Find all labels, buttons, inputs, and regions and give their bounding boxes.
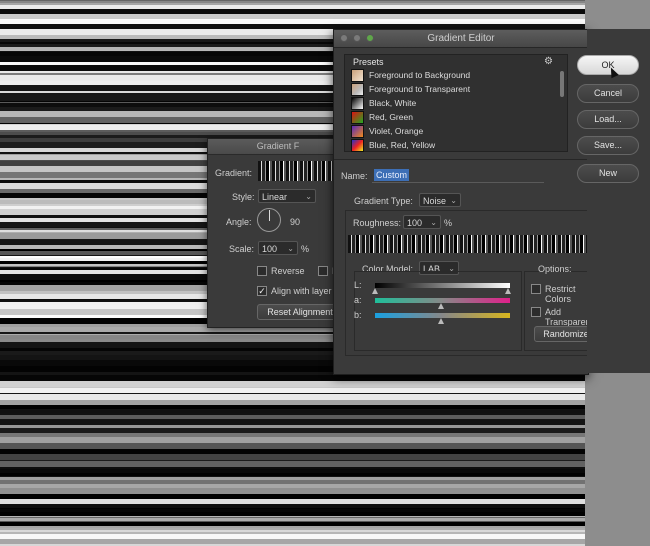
angle-label: Angle: [226,217,252,227]
scale-label: Scale: [229,244,255,254]
chevron-down-icon: ⌄ [305,192,312,201]
presets-label: Presets [353,57,384,67]
name-value: Custom [374,169,410,181]
preset-label: Foreground to Background [369,70,471,80]
gradient-editor-titlebar[interactable]: Gradient Editor [334,30,588,48]
presets-scrollbar[interactable] [560,71,564,97]
scale-unit: % [301,244,310,254]
presets-panel: Presets ⚙ Foreground to Background Foregr… [344,54,568,153]
gradient-type-label: Gradient Type: [354,196,413,206]
preset-swatch [351,139,364,153]
gradient-fill-dialog: Gradient F Gradient: Style: Linear ⌄ Angl… [207,138,349,328]
cancel-button[interactable]: Cancel [577,84,639,103]
preset-label: Black, White [369,98,417,108]
scale-select[interactable]: 100 ⌄ [258,241,298,255]
preset-label: Violet, Orange [369,126,424,136]
preset-item[interactable]: Foreground to Transparent [351,83,471,97]
roughness-select[interactable]: 100 ⌄ [403,215,441,229]
channel-slider-thumb[interactable] [438,303,444,309]
chevron-down-icon: ⌄ [430,218,437,227]
preset-swatch [351,125,364,139]
new-button[interactable]: New [577,164,639,183]
preset-label: Foreground to Transparent [369,84,471,94]
chevron-down-icon: ⌄ [287,244,294,253]
preset-item[interactable]: Foreground to Background [351,69,471,83]
options-label: Options: [538,264,572,274]
preset-swatch [351,97,364,111]
name-label: Name: [341,171,368,181]
channel-slider-thumb[interactable] [505,288,511,294]
preset-item[interactable]: Violet, Orange [351,125,424,139]
preset-swatch [351,69,364,83]
style-select[interactable]: Linear ⌄ [258,189,316,203]
name-field[interactable]: Custom [372,168,544,183]
reset-alignment-button[interactable]: Reset Alignment [257,304,343,320]
gradient-editor-buttons-area: OK Cancel Load... Save... New [577,29,650,373]
add-transparency-checkbox[interactable] [531,307,541,317]
style-label: Style: [232,192,255,202]
channel-label: a: [354,295,362,305]
align-label: Align with layer [271,286,332,296]
channel-label: L: [354,280,362,290]
gradient-fill-titlebar[interactable]: Gradient F [208,139,348,155]
preset-item[interactable]: Black, White [351,97,417,111]
preset-swatch [351,83,364,97]
preset-item[interactable]: Red, Green [351,111,413,125]
dialog-title: Gradient Editor [427,33,495,44]
save-button[interactable]: Save... [577,136,639,155]
roughness-label: Roughness: [353,218,402,228]
channel-slider-thumb[interactable] [372,288,378,294]
gradient-type-select[interactable]: Noise ⌄ [419,193,461,207]
preset-label: Red, Green [369,112,413,122]
preset-item[interactable]: Blue, Red, Yellow [351,139,436,153]
chevron-down-icon: ⌄ [450,196,457,205]
preset-swatch [351,111,364,125]
dither-checkbox[interactable] [318,266,328,276]
gear-icon[interactable]: ⚙ [544,56,553,67]
restrict-colors-checkbox[interactable] [531,284,541,294]
channel-slider-thumb[interactable] [438,318,444,324]
gradient-label: Gradient: [215,168,253,178]
angle-value[interactable]: 90 [290,217,300,227]
reverse-checkbox[interactable] [257,266,267,276]
roughness-unit: % [444,218,453,228]
channel-slider-track[interactable] [375,283,510,288]
angle-dial[interactable] [257,208,281,232]
preset-label: Blue, Red, Yellow [369,140,436,150]
load-button[interactable]: Load... [577,110,639,129]
channel-label: b: [354,310,362,320]
reverse-label: Reverse [271,266,305,276]
gradient-editor-dialog: Gradient Editor Presets ⚙ Foreground to … [333,29,633,375]
restrict-colors-label: Restrict Colors [545,284,576,304]
align-checkbox[interactable]: ✓ [257,286,267,296]
